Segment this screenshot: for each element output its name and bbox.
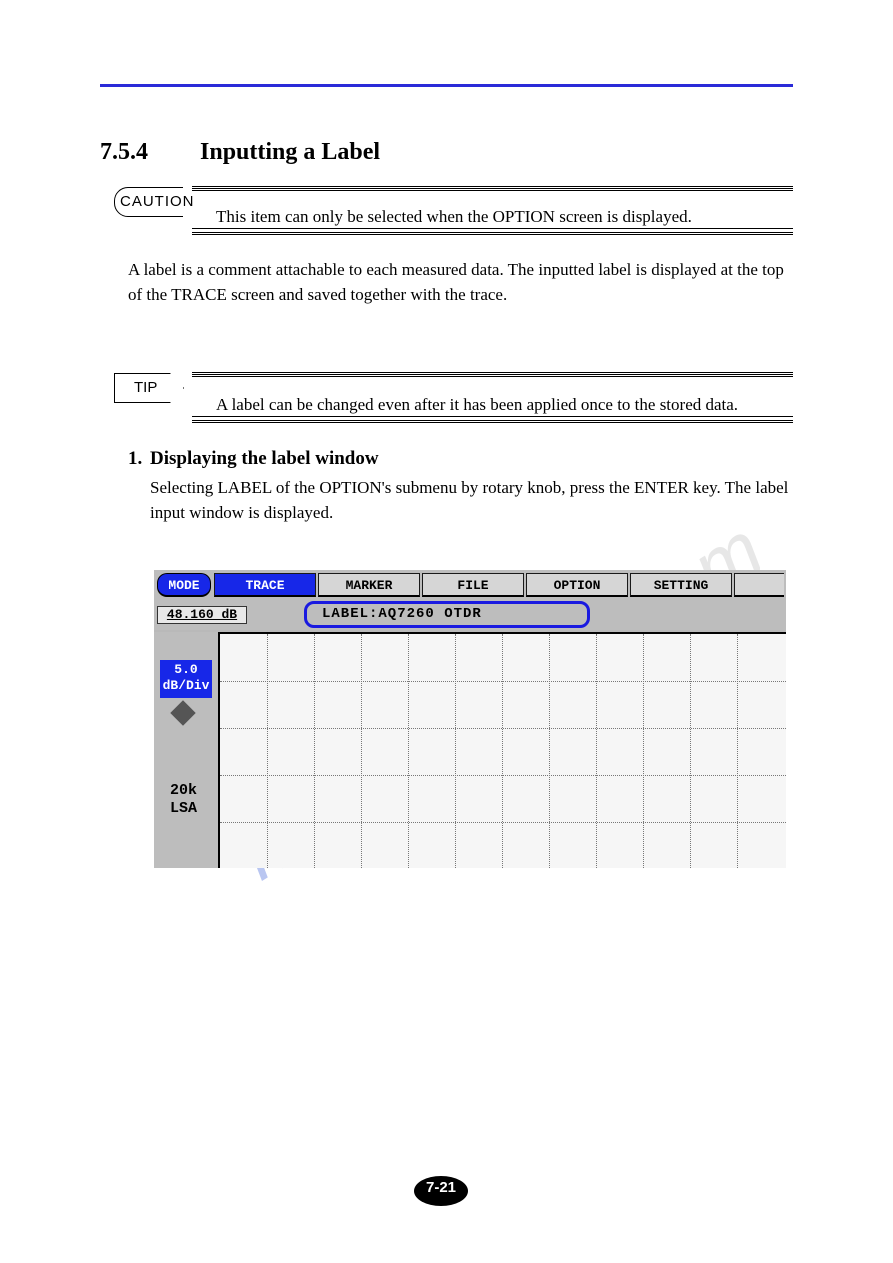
intro-paragraph: A label is a comment attachable to each … [128, 258, 788, 307]
page-number: 7-21 [414, 1179, 468, 1196]
caution-tag-label: CAUTION [120, 193, 195, 210]
tab-option[interactable]: OPTION [526, 573, 628, 597]
section-title: Inputting a Label [200, 139, 380, 166]
tip-rule-bot [192, 416, 793, 417]
trace-plot [218, 632, 786, 868]
tab-setting[interactable]: SETTING [630, 573, 732, 597]
tab-mode[interactable]: MODE [157, 573, 211, 597]
header-rule [100, 84, 793, 87]
tip-rule-top [192, 372, 793, 375]
caution-rule-bot2 [192, 232, 793, 235]
caution-rule-top [192, 186, 793, 189]
caution-rule-bot [192, 228, 793, 229]
caution-rule-top2 [192, 190, 793, 191]
caution-body: This item can only be selected when the … [216, 206, 776, 229]
y-info-2: LSA [170, 800, 197, 817]
tab-file[interactable]: FILE [422, 573, 524, 597]
label-text: LABEL:AQ7260 OTDR [322, 606, 482, 622]
y-scale-value: 5.0 [174, 662, 197, 677]
db-readout: 48.160 dB [157, 606, 247, 624]
tip-tag-label: TIP [134, 379, 157, 396]
y-scale-box[interactable]: 5.0 dB/Div [160, 660, 212, 698]
section-number: 7.5.4 [100, 139, 148, 166]
step-body: Selecting LABEL of the OPTION's submenu … [150, 476, 790, 525]
y-scale-unit: dB/Div [163, 678, 210, 693]
otdr-screenshot: MODE TRACE MARKER FILE OPTION SETTING 48… [154, 570, 786, 868]
y-info-1: 20k [170, 782, 197, 799]
tab-trace[interactable]: TRACE [214, 573, 316, 597]
tip-rule-top2 [192, 376, 793, 377]
tip-body: A label can be changed even after it has… [216, 394, 776, 417]
step-title: Displaying the label window [150, 448, 379, 470]
tab-marker[interactable]: MARKER [318, 573, 420, 597]
step-number: 1. [128, 448, 142, 470]
tab-overflow[interactable] [734, 573, 784, 597]
tab-bar: MODE TRACE MARKER FILE OPTION SETTING [154, 570, 786, 600]
tip-rule-bot2 [192, 420, 793, 423]
